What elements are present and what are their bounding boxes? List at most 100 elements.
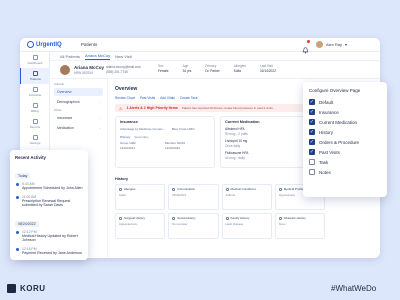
patients-icon xyxy=(33,71,38,76)
config-option[interactable]: ✓ Default xyxy=(309,97,381,107)
history-cell[interactable]: Family History Heart Disease xyxy=(221,213,272,239)
checkbox-checked[interactable]: ✓ xyxy=(309,139,315,145)
condition-icon xyxy=(225,187,229,191)
patient-field: Last Visit 02/14/2022 xyxy=(259,64,276,73)
timeline-dot xyxy=(16,247,19,251)
checkbox-checked[interactable]: ✓ xyxy=(309,109,315,115)
side-panel-label: Clinical xyxy=(54,82,64,86)
insurance-title: Insurance xyxy=(120,120,138,124)
patient-fields: Sex Female Age 34 yrs Primary Dr. Parker Al… xyxy=(158,64,276,74)
history-cell[interactable]: Social History Non-smoker xyxy=(168,213,219,239)
tab-new-visit[interactable]: New Visit xyxy=(115,54,132,59)
bell-icon[interactable] xyxy=(302,40,310,54)
insurance-tabs: Primary Secondary xyxy=(116,135,214,139)
nav-item-schedule[interactable]: Schedule xyxy=(20,84,50,100)
tab-patient[interactable]: Ariana McCoy xyxy=(85,53,111,60)
config-option[interactable]: ✓ Past Visits xyxy=(309,147,381,157)
configure-title: Configure Overview Page xyxy=(309,88,361,93)
side-item-demographics[interactable]: Demographics › xyxy=(54,98,103,106)
link-past-visits[interactable]: Past Visits xyxy=(140,96,155,100)
alert-banner[interactable]: ⚠ 1 Alerts & 2 High Priority Items Patie… xyxy=(115,104,325,112)
insurance-details: Group 1482 Member 92031 12/02/2021 12/02/2… xyxy=(120,141,186,150)
history-cell[interactable]: Surgical History Appendectomy xyxy=(115,213,166,239)
nav-item-dashboard[interactable]: Dashboard xyxy=(20,52,50,68)
side-item-insurance[interactable]: Insurance › xyxy=(54,114,103,122)
top-bar: UrgentIQ Patients Alex Ray ▾ xyxy=(20,38,380,54)
nav-item-patients[interactable]: Patients xyxy=(20,68,50,84)
patient-field: Sex Female xyxy=(158,64,169,73)
config-option-label: Default xyxy=(319,99,334,105)
logo[interactable]: UrgentIQ xyxy=(27,41,62,48)
checkbox-checked[interactable]: ✓ xyxy=(309,99,315,105)
logo-icon xyxy=(27,41,34,48)
side-item-medication[interactable]: Medication › xyxy=(54,124,103,132)
timeline-dot xyxy=(16,195,19,199)
chevron-right-icon: › xyxy=(99,116,100,120)
side-item-overview[interactable]: Overview › xyxy=(54,88,103,96)
config-option[interactable]: ✓ History xyxy=(309,127,381,137)
config-option-label: History xyxy=(319,129,334,135)
history-cell[interactable]: Immunization 05/09/2021 xyxy=(168,184,219,210)
config-option-label: Past Visits xyxy=(319,149,340,155)
config-option[interactable]: ✓ Orders & Procedure xyxy=(309,137,381,147)
patient-field: Primary Dr. Parker xyxy=(205,64,220,73)
recent-activity-title: Recent Activity xyxy=(15,155,46,160)
activity-item[interactable]: 12:18 PM Payment Received by Jane Anderso… xyxy=(15,247,83,256)
patient-header: Ariana McCoy MRN 582934 ariana.mccoy@mai… xyxy=(50,61,380,79)
recent-activity-panel: Recent Activity Today 9:43 AM Appointment… xyxy=(10,150,88,260)
timeline-dot xyxy=(16,230,19,234)
koru-logo-icon xyxy=(7,284,16,293)
config-option[interactable]: Task xyxy=(309,157,381,167)
section-title: Patients xyxy=(81,42,98,47)
history-cell[interactable]: Obstetric History None xyxy=(274,213,325,239)
link-add-vitals[interactable]: Add Vitals xyxy=(160,96,175,100)
nav-item-settings[interactable]: Settings xyxy=(20,132,50,148)
nav-item-billing[interactable]: Billing xyxy=(20,100,50,116)
history-cell[interactable]: Medical Conditions Asthma xyxy=(221,184,272,210)
config-option-label: Orders & Procedure xyxy=(319,139,360,145)
history-section: History Allergies Sulfa Immunization 05/09… xyxy=(115,174,325,252)
config-option[interactable]: ✓ Insurance xyxy=(309,107,381,117)
notification-dot xyxy=(307,40,310,43)
link-review-chart[interactable]: Review Chart xyxy=(115,96,135,100)
syringe-icon xyxy=(172,187,176,191)
user-menu[interactable]: Alex Ray ▾ xyxy=(316,41,347,48)
activity-item[interactable]: 9:43 AM Appointment Scheduled by John All… xyxy=(15,182,83,191)
checkbox-checked[interactable]: ✓ xyxy=(309,149,315,155)
history-title: History xyxy=(115,177,129,181)
user-name: Alex Ray xyxy=(326,42,343,47)
patient-contact: ariana.mccoy@mail.com (555) 201-7745 xyxy=(106,65,141,75)
config-option[interactable]: ✓ Current Medication xyxy=(309,117,381,127)
allergy-icon xyxy=(119,187,122,191)
overview-title: Overview xyxy=(115,86,138,92)
overview-links: Review Chart Past Visits Add Vitals Crea… xyxy=(115,96,197,100)
checkbox-checked[interactable]: ✓ xyxy=(309,119,315,125)
billing-icon xyxy=(32,103,38,108)
patient-phone[interactable]: (555) 201-7745 xyxy=(106,70,141,75)
checkbox-unchecked[interactable] xyxy=(309,169,315,175)
config-option[interactable]: Notes xyxy=(309,167,381,177)
activity-item[interactable]: 11:00 AM Prescription Renewal Request sub… xyxy=(15,195,83,208)
social-icon xyxy=(172,216,176,220)
activity-item[interactable]: 12:12 PM Medical History Updated by Rober… xyxy=(15,230,83,243)
warning-icon: ⚠ xyxy=(119,105,123,111)
tab-secondary[interactable]: Secondary xyxy=(134,135,148,139)
tab-primary[interactable]: Primary xyxy=(120,135,130,139)
nav-item-reports[interactable]: Reports xyxy=(20,116,50,132)
chevron-right-icon: › xyxy=(99,100,100,104)
history-cell[interactable]: Allergies Sulfa xyxy=(115,184,166,210)
insurance-card: Insurance Advantage by Medicare Connecte… xyxy=(115,116,215,168)
avatar xyxy=(316,41,323,48)
config-option-label: Task xyxy=(319,159,329,165)
patient-field: Allergies Sulfa xyxy=(233,64,246,73)
checkbox-checked[interactable]: ✓ xyxy=(309,129,315,135)
link-create-task[interactable]: Create Task xyxy=(180,96,198,100)
family-icon xyxy=(278,187,282,191)
timeline-dot xyxy=(16,183,19,186)
patient-id: MRN 582934 xyxy=(74,71,93,75)
configure-overview-panel: Configure Overview Page ✓ Default ✓ Insuran… xyxy=(303,82,387,197)
tab-all-patients[interactable]: All Patients xyxy=(60,54,80,59)
surgery-icon xyxy=(119,216,122,220)
obstetric-icon xyxy=(278,216,282,220)
checkbox-unchecked[interactable] xyxy=(309,159,315,165)
